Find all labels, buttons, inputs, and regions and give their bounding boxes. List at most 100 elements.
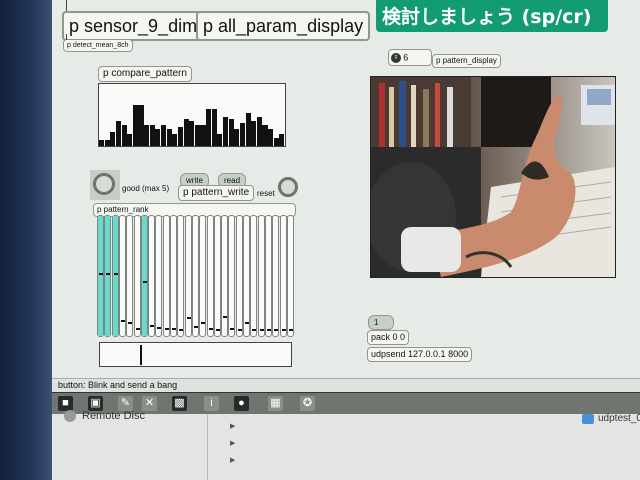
rank-slider[interactable]	[250, 215, 258, 337]
object-sensor-9-dim[interactable]: p sensor_9_dim	[62, 11, 205, 41]
rank-slider-fill	[105, 216, 111, 336]
rank-slider-marker	[274, 329, 279, 332]
object-detect-mean-label: p detect_mean_8ch	[67, 42, 129, 49]
rank-slider[interactable]	[126, 215, 134, 337]
patch-cord	[66, 0, 67, 11]
number-box[interactable]: ⇳ 6	[388, 49, 432, 66]
rank-slider[interactable]	[235, 215, 243, 337]
rank-slider[interactable]	[118, 215, 126, 337]
rank-slider-marker	[186, 317, 191, 320]
rank-slider[interactable]	[286, 215, 294, 337]
rank-slider[interactable]	[184, 215, 192, 337]
rank-slider[interactable]	[177, 215, 185, 337]
histogram-bar	[223, 117, 229, 146]
histogram-bar	[183, 119, 189, 146]
multislider-histogram[interactable]	[98, 83, 286, 147]
rank-slider-marker	[135, 328, 140, 331]
rank-slider[interactable]	[140, 215, 148, 337]
histogram-bar	[251, 121, 257, 146]
histogram-bar	[115, 121, 122, 146]
rank-slider[interactable]	[104, 215, 112, 337]
histogram-bar	[104, 139, 110, 146]
rank-slider[interactable]	[206, 215, 214, 337]
slider-thumb[interactable]	[140, 345, 142, 365]
close-icon[interactable]: ✕	[142, 396, 157, 411]
good-button-box[interactable]	[90, 170, 120, 200]
histogram-bar	[228, 119, 234, 146]
object-compare-pattern[interactable]: p compare_pattern	[98, 66, 192, 82]
rank-slider[interactable]	[111, 215, 119, 337]
finder-file-label[interactable]: udptest_0	[598, 413, 640, 424]
rank-slider-marker	[201, 322, 206, 325]
window-icon[interactable]: ▣	[88, 396, 103, 411]
object-pack[interactable]: pack 0 0	[367, 330, 410, 345]
rank-slider[interactable]	[148, 215, 156, 337]
rank-slider-marker	[193, 325, 198, 328]
rank-slider-fill	[98, 216, 103, 336]
info-icon[interactable]: i	[204, 396, 219, 411]
rank-slider[interactable]	[264, 215, 272, 337]
folder-icon	[582, 414, 594, 424]
object-udpsend[interactable]: udpsend 127.0.0.1 8000	[367, 347, 473, 362]
edit-icon[interactable]: ✎	[118, 396, 133, 411]
rank-slider-marker	[99, 272, 103, 275]
histogram-bar	[138, 104, 144, 146]
rank-slider[interactable]	[243, 215, 250, 337]
reset-label: reset	[257, 189, 275, 198]
rank-slider[interactable]	[191, 215, 199, 337]
rank-slider[interactable]	[133, 215, 141, 337]
rank-slider-marker	[128, 322, 133, 325]
object-all-param-display[interactable]: p all_param_display	[196, 11, 371, 41]
object-detect-mean[interactable]: p detect_mean_8ch	[63, 39, 133, 52]
rank-slider[interactable]	[155, 215, 163, 337]
lock-icon[interactable]: ■	[58, 396, 73, 411]
histogram-bar	[217, 133, 223, 146]
grid-icon[interactable]: ▦	[268, 396, 283, 411]
rank-slider[interactable]	[221, 215, 229, 337]
patch-cord-icon[interactable]: ●	[234, 396, 249, 411]
histogram-bar	[262, 125, 268, 146]
rank-slider[interactable]	[97, 215, 104, 337]
rank-slider[interactable]	[272, 215, 280, 337]
rank-slider[interactable]	[213, 215, 221, 337]
patch-cord	[66, 34, 67, 40]
message-one[interactable]: 1	[368, 315, 394, 330]
disclosure-arrows[interactable]: ▶ ▶ ▶	[230, 418, 235, 469]
histogram-bar	[206, 108, 212, 146]
rank-slider[interactable]	[162, 215, 170, 337]
rank-slider-marker	[245, 322, 249, 325]
rank-slider-marker	[106, 272, 111, 275]
rank-slider[interactable]	[228, 215, 236, 337]
rank-slider[interactable]	[170, 215, 177, 337]
histogram-bar	[273, 137, 279, 146]
histogram-bar	[127, 133, 133, 146]
presentation-icon[interactable]: ▩	[172, 396, 187, 411]
histogram-bar	[279, 133, 285, 146]
rank-slider-marker	[208, 328, 213, 331]
status-bar: button: Blink and send a bang	[52, 378, 640, 392]
object-pattern-write[interactable]: p pattern_write	[178, 185, 255, 201]
rank-slider-marker	[266, 329, 271, 332]
rank-slider[interactable]	[257, 215, 265, 337]
sidebar-item-remote-disc[interactable]: Remote Disc	[82, 410, 145, 422]
object-pack-label: pack 0 0	[371, 332, 406, 342]
rank-slider[interactable]	[199, 215, 207, 337]
rank-slider-marker	[215, 329, 220, 332]
number-box-value: 6	[403, 52, 409, 63]
banner-text: 検討しましょう (sp/cr)	[382, 6, 592, 28]
reset-button[interactable]	[278, 177, 298, 197]
histogram-bar	[211, 108, 217, 146]
object-pattern-display[interactable]: p pattern_display	[432, 54, 501, 68]
histogram-bar	[239, 123, 246, 146]
rank-slider[interactable]	[279, 215, 287, 337]
object-all-param-display-label: p all_param_display	[203, 16, 364, 36]
good-button[interactable]	[93, 173, 115, 195]
rank-slider-fill	[112, 216, 118, 336]
rank-slider-marker	[142, 280, 147, 283]
settings-icon[interactable]: ✪	[300, 396, 315, 411]
rank-slider-marker	[252, 329, 257, 332]
finder-window: Remote Disc ▶ ▶ ▶ udptest_0	[52, 410, 640, 480]
rank-slider-marker	[150, 324, 155, 327]
horizontal-slider[interactable]	[99, 342, 292, 367]
histogram-bar	[234, 129, 240, 146]
